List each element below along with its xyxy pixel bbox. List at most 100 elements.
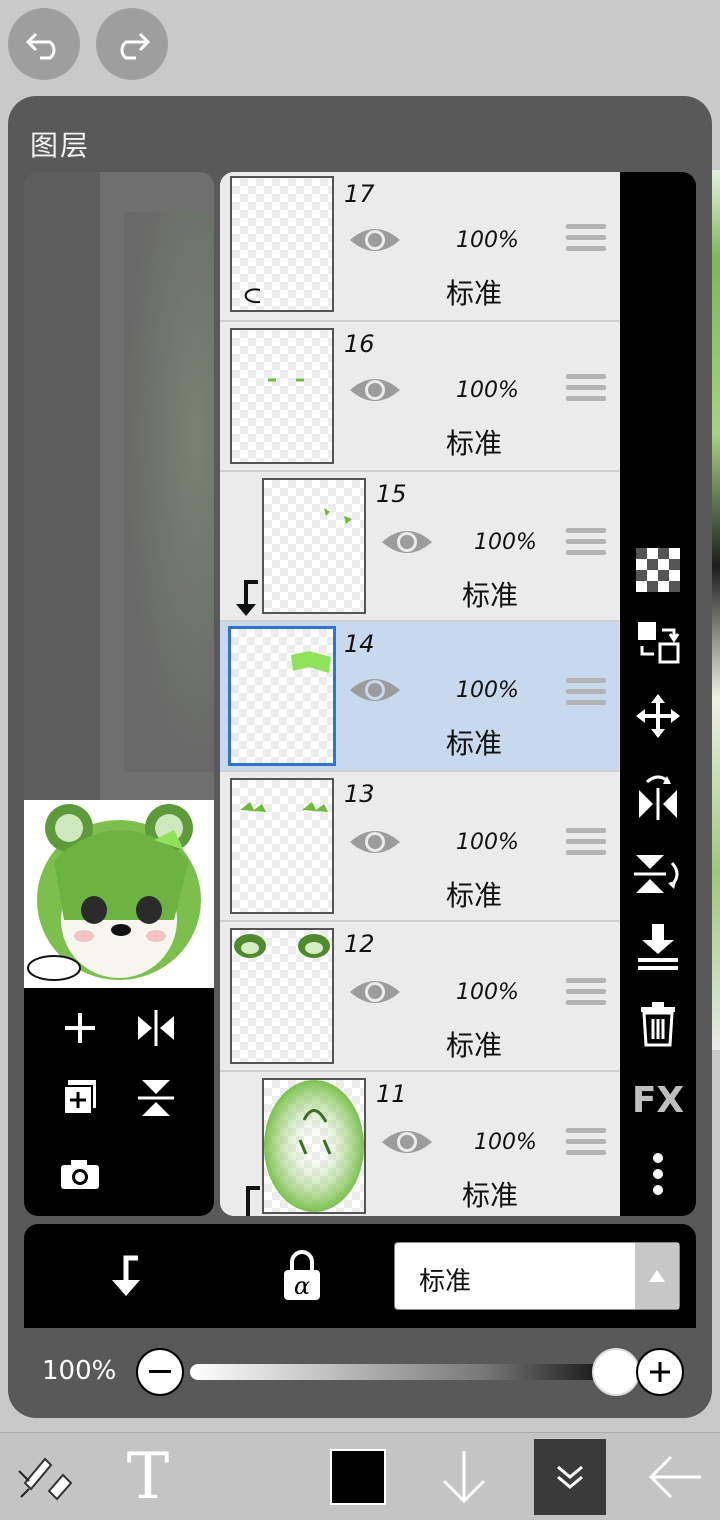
layer-row[interactable]: 15 100% 标准 [220, 472, 620, 622]
svg-text:α: α [294, 1272, 310, 1300]
dropdown-arrow-icon [635, 1243, 679, 1309]
undo-icon [25, 32, 56, 60]
layer-list[interactable]: 17 100% 标准 16 100% 标准 15 100% 标准 14 100%… [220, 172, 620, 1216]
layer-number: 15 [376, 480, 407, 508]
rotate-flip-horizontal-button[interactable] [632, 770, 684, 822]
flip-horizontal-button[interactable] [128, 1000, 184, 1056]
drag-handle[interactable] [566, 224, 606, 258]
clipping-arrow-icon [112, 1255, 140, 1296]
color-swatch-button[interactable] [330, 1433, 386, 1520]
layer-opacity: 100% [456, 980, 519, 1005]
visibility-eye-icon[interactable] [348, 974, 402, 1010]
merge-down-button[interactable] [632, 920, 684, 972]
current-color-swatch [330, 1449, 386, 1505]
layer-blend-mode: 标准 [462, 579, 519, 612]
visibility-eye-icon[interactable] [380, 524, 434, 560]
add-layer-button[interactable] [52, 1000, 108, 1056]
layer-row[interactable]: 17 100% 标准 [220, 172, 620, 322]
visibility-eye-icon[interactable] [348, 824, 402, 860]
layer-number: 17 [344, 180, 375, 208]
opacity-increase-button[interactable] [636, 1348, 684, 1396]
text-tool-button[interactable]: T [112, 1433, 184, 1520]
duplicate-icon [63, 1080, 96, 1115]
visibility-eye-icon[interactable] [380, 1124, 434, 1160]
rotate-flip-vertical-icon [634, 855, 679, 893]
layer-blend-mode: 标准 [462, 1179, 519, 1212]
layer-opacity: 100% [456, 830, 519, 855]
layer-row[interactable]: 11 100% 标准 [220, 1072, 620, 1216]
layer-blend-mode: 标准 [446, 1029, 503, 1062]
transparency-checker-button[interactable] [632, 544, 684, 596]
drag-handle[interactable] [566, 1128, 606, 1162]
undo-button[interactable] [8, 8, 80, 80]
panel-title: 图层 [30, 129, 91, 162]
clipping-arrow-icon [236, 580, 258, 616]
layer-row[interactable]: 16 100% 标准 [220, 322, 620, 472]
layer-opacity: 100% [474, 530, 537, 555]
layers-panel: 图层 17 100% 标准 16 100% 标准 15 100% 标准 14 1… [8, 96, 712, 1418]
vertical-dots-icon [653, 1153, 663, 1195]
drag-handle[interactable] [566, 374, 606, 408]
duplicate-layer-button[interactable] [52, 1070, 108, 1126]
layer-number: 12 [344, 930, 375, 958]
camera-button[interactable] [52, 1146, 108, 1202]
layer-thumbnail [262, 1078, 366, 1214]
swap-layers-button[interactable] [632, 616, 684, 668]
alpha-lock-icon: α [284, 1250, 320, 1300]
layer-thumbnail [262, 478, 366, 614]
layer-row-selected[interactable]: 14 100% 标准 [220, 622, 620, 772]
move-icon [636, 694, 680, 738]
opacity-slider-track[interactable] [190, 1364, 610, 1380]
opacity-decrease-button[interactable] [136, 1348, 184, 1396]
blend-mode-select[interactable]: 标准 [394, 1242, 680, 1310]
move-button[interactable] [632, 690, 684, 742]
layer-opacity: 100% [456, 378, 519, 403]
drag-handle[interactable] [566, 828, 606, 862]
layer-blend-mode: 标准 [446, 727, 503, 760]
fx-button[interactable]: FX [632, 1074, 684, 1126]
visibility-eye-icon[interactable] [348, 372, 402, 408]
drag-handle[interactable] [566, 978, 606, 1012]
layer-tools-strip: FX [620, 172, 696, 1216]
checkerboard-icon [636, 548, 680, 592]
layer-thumbnail [230, 176, 334, 312]
collapse-panel-button[interactable] [534, 1439, 606, 1515]
redo-icon [120, 32, 151, 60]
clipping-arrow-icon [246, 1186, 260, 1216]
canvas-thumbnail[interactable] [24, 800, 214, 988]
layer-row[interactable]: 13 100% 标准 [220, 772, 620, 922]
opacity-slider-knob[interactable] [592, 1348, 640, 1396]
layer-control-bar: α 标准 [24, 1224, 696, 1328]
clipping-button[interactable] [98, 1250, 150, 1302]
visibility-eye-icon[interactable] [348, 672, 402, 708]
layer-row[interactable]: 12 100% 标准 [220, 922, 620, 1072]
redo-button[interactable] [96, 8, 168, 80]
double-chevron-down-icon [557, 1465, 583, 1489]
rotate-flip-vertical-button[interactable] [632, 848, 684, 900]
layer-number: 14 [344, 630, 375, 658]
camera-icon [61, 1160, 99, 1189]
visibility-eye-icon[interactable] [348, 222, 402, 258]
layer-opacity: 100% [456, 678, 519, 703]
brush-eraser-toggle-button[interactable] [10, 1433, 80, 1520]
layer-blend-mode: 标准 [446, 427, 503, 460]
arrow-down-icon [442, 1451, 486, 1504]
plus-icon [65, 1013, 95, 1043]
alpha-lock-button[interactable]: α [276, 1248, 328, 1304]
layer-number: 16 [344, 330, 375, 358]
delete-layer-button[interactable] [632, 998, 684, 1050]
swap-icon [638, 622, 680, 664]
layer-thumbnail [228, 626, 336, 766]
opacity-label: 100% [42, 1356, 117, 1386]
flip-vertical-button[interactable] [128, 1070, 184, 1126]
download-button[interactable] [434, 1433, 494, 1520]
brush-eraser-icon [18, 1457, 73, 1501]
drag-handle[interactable] [566, 528, 606, 562]
drag-handle[interactable] [566, 678, 606, 712]
plus-icon [650, 1362, 670, 1382]
merge-down-icon [638, 924, 678, 970]
trash-icon [641, 1002, 675, 1047]
back-button[interactable] [642, 1433, 708, 1520]
canvas-preview-area [24, 172, 214, 1216]
more-options-button[interactable] [632, 1148, 684, 1200]
